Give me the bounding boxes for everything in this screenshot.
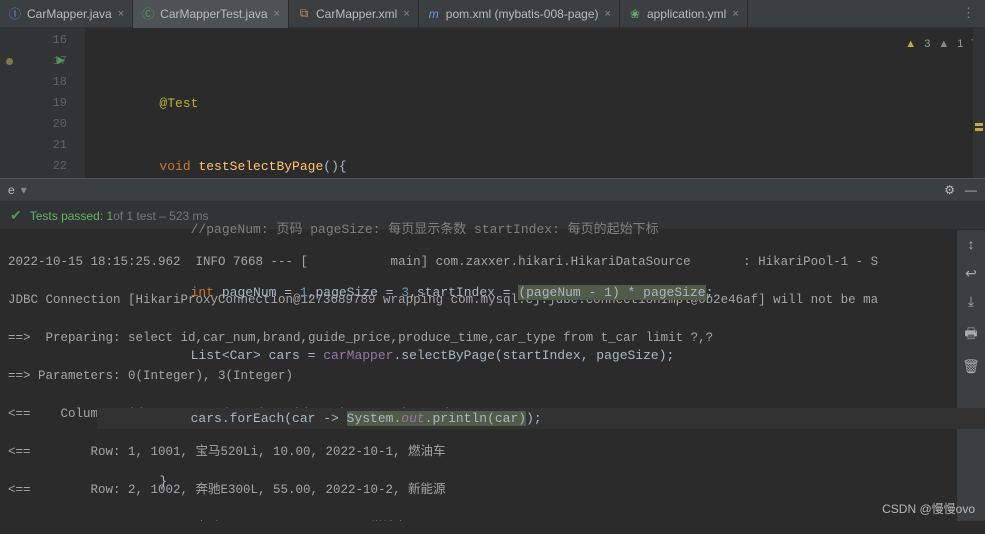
spring-icon: ❀: [628, 7, 642, 21]
close-icon[interactable]: ×: [118, 8, 124, 20]
highlighted: (pageNum - 1) * pageSize: [518, 285, 705, 300]
more-icon[interactable]: ⋮: [952, 6, 985, 21]
tab-carmapper-xml[interactable]: ⧉ CarMapper.xml ×: [289, 0, 419, 28]
weak-warning-count: 1: [957, 34, 963, 55]
tab-carmapper-java[interactable]: Ⓘ CarMapper.java ×: [0, 0, 133, 28]
static-field: out: [401, 411, 424, 426]
warning-icon: ▲: [905, 34, 916, 55]
chevron-down-icon[interactable]: ▾: [21, 183, 27, 197]
editor-area[interactable]: 16 17▶ 18 19 20 21 22 ▲3▲1ˇ @Test void t…: [0, 28, 985, 178]
line-number: 19: [53, 96, 67, 110]
line-number: 20: [53, 117, 67, 131]
tab-label: pom.xml (mybatis-008-page): [446, 7, 599, 21]
line-number: 16: [53, 33, 67, 47]
xml-icon: ⧉: [297, 7, 311, 21]
close-icon[interactable]: ×: [605, 8, 611, 20]
inspection-widget[interactable]: ▲3▲1ˇ: [905, 34, 975, 55]
watermark: CSDN @慢慢ovo: [882, 500, 975, 517]
check-icon: ✔: [10, 207, 22, 224]
warning-marker[interactable]: [975, 123, 983, 126]
tab-label: CarMapperTest.java: [160, 7, 267, 21]
comment: //pageNum: 页码 pageSize: 每页显示条数 startInde…: [191, 222, 659, 237]
tab-pom-xml[interactable]: m pom.xml (mybatis-008-page) ×: [419, 0, 620, 28]
tab-label: CarMapper.java: [27, 7, 112, 21]
vcs-marker-icon: [6, 58, 13, 65]
java-interface-icon: Ⓘ: [8, 7, 22, 21]
warning-count: 3: [924, 34, 930, 55]
close-icon[interactable]: ×: [274, 8, 280, 20]
tab-label: CarMapper.xml: [316, 7, 397, 21]
line-number: 22: [53, 159, 67, 173]
weak-warning-icon: ▲: [938, 34, 949, 55]
line-number: 21: [53, 138, 67, 152]
code-content[interactable]: ▲3▲1ˇ @Test void testSelectByPage(){ //p…: [85, 28, 985, 178]
method-name: testSelectByPage: [198, 159, 323, 174]
warning-marker[interactable]: [975, 128, 983, 131]
run-icon[interactable]: ▶: [57, 51, 65, 72]
gutter: 16 17▶ 18 19 20 21 22: [0, 28, 85, 178]
tab-carmappertest-java[interactable]: Ⓒ CarMapperTest.java ×: [133, 0, 289, 28]
field: carMapper: [323, 348, 393, 363]
line-number: 18: [53, 75, 67, 89]
keyword: int: [191, 285, 222, 300]
editor-tabs: Ⓘ CarMapper.java × Ⓒ CarMapperTest.java × ⧉ C…: [0, 0, 985, 28]
tool-title: e: [8, 183, 15, 197]
close-icon[interactable]: ×: [403, 8, 409, 20]
tab-application-yml[interactable]: ❀ application.yml ×: [620, 0, 748, 28]
tab-label: application.yml: [647, 7, 726, 21]
number: 3: [401, 285, 409, 300]
annotation: @Test: [159, 96, 198, 111]
maven-icon: m: [427, 7, 441, 21]
number: 1: [300, 285, 308, 300]
close-icon[interactable]: ×: [732, 8, 738, 20]
marker-bar[interactable]: [973, 28, 985, 178]
keyword: void: [159, 159, 198, 174]
java-class-icon: Ⓒ: [141, 7, 155, 21]
